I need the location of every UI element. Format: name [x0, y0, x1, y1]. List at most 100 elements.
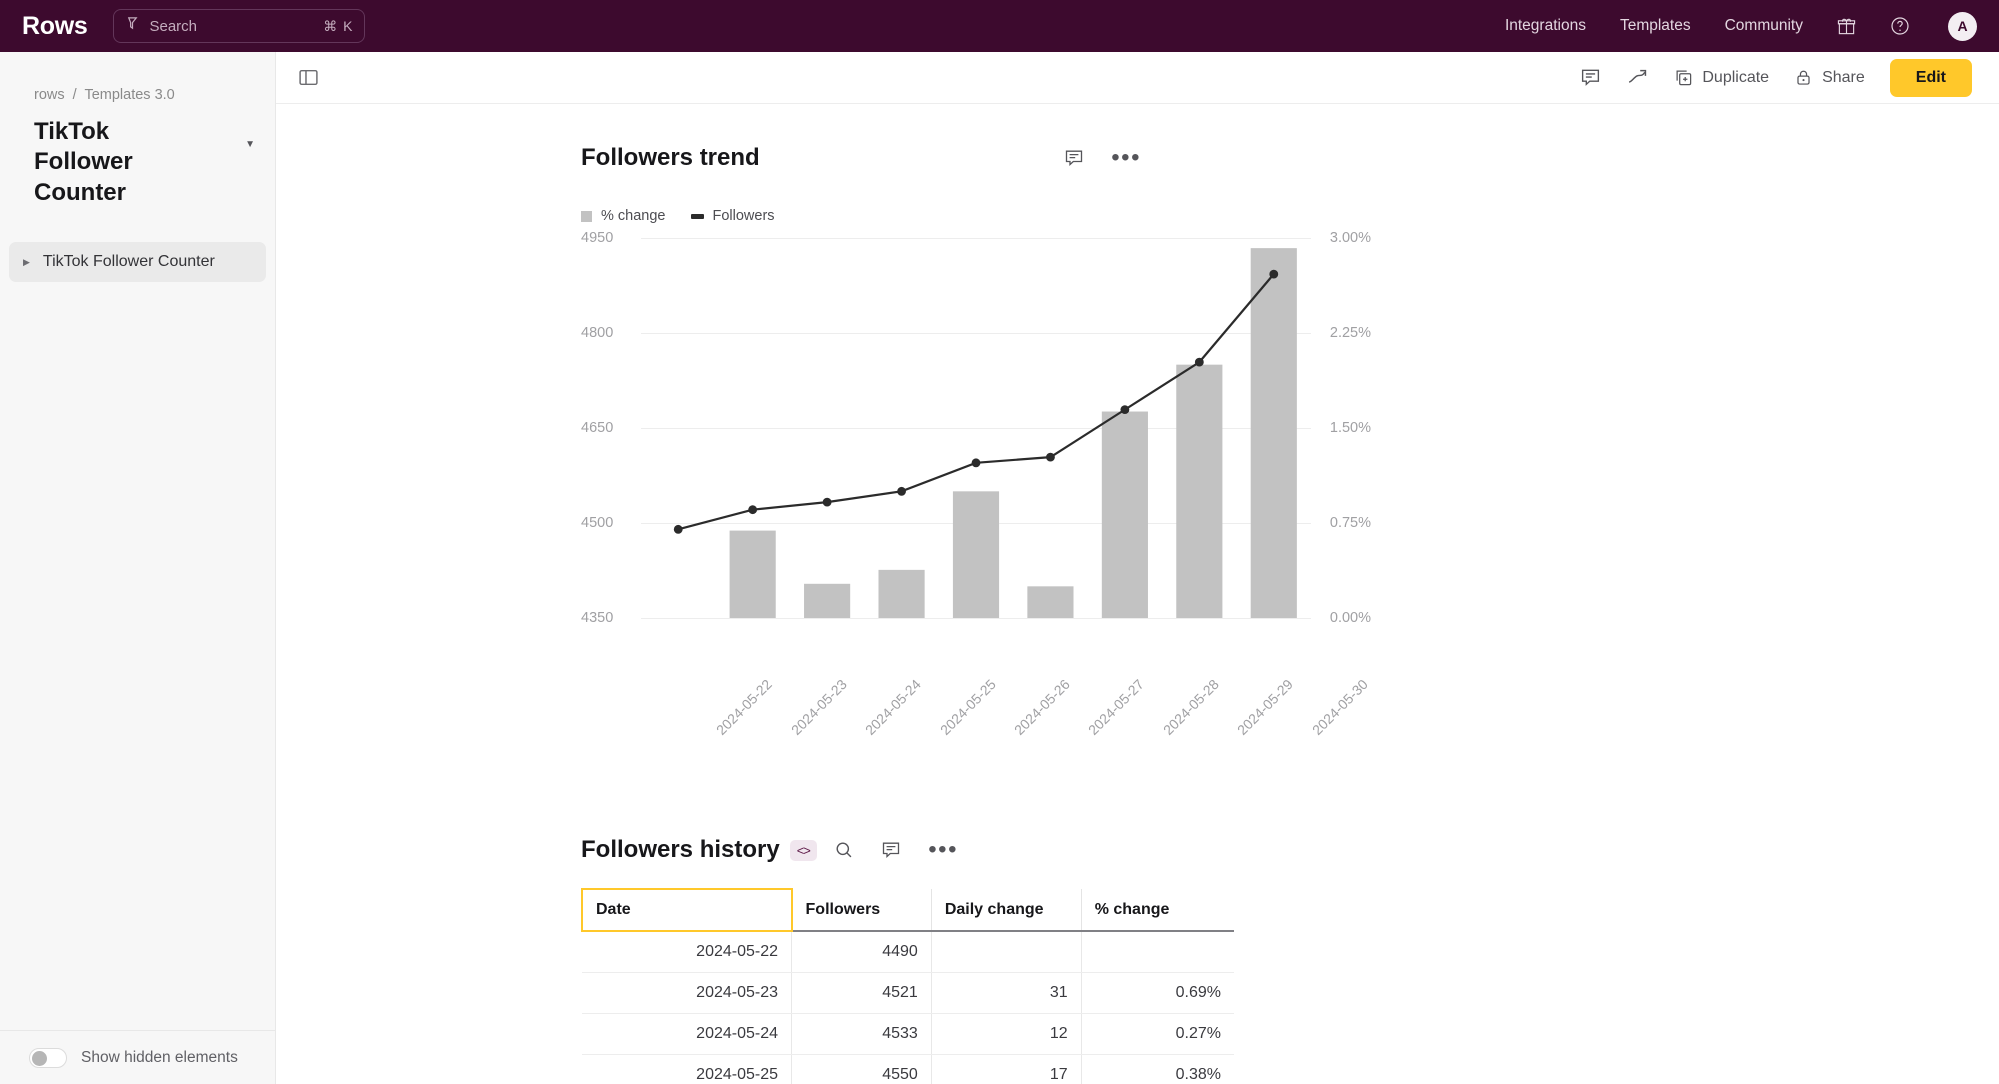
trending-up-icon[interactable]	[1626, 66, 1649, 89]
table-cell[interactable]: 0.27%	[1081, 1013, 1234, 1055]
legend-swatch-line	[690, 213, 704, 219]
table-column-header[interactable]: Daily change	[931, 889, 1082, 932]
chart-bar[interactable]	[1176, 364, 1223, 618]
share-label: Share	[1822, 68, 1865, 86]
chart-point[interactable]	[1194, 357, 1204, 367]
nav-templates[interactable]: Templates	[1620, 17, 1691, 35]
table-cell[interactable]: 0.69%	[1081, 972, 1234, 1014]
ellipsis-icon[interactable]: •••	[1111, 146, 1141, 170]
help-circle-icon[interactable]	[1890, 16, 1910, 36]
comment-icon[interactable]	[1580, 67, 1601, 88]
y-axis-right-tick: 2.25%	[1329, 325, 1371, 341]
table-cell[interactable]	[1081, 931, 1234, 973]
chart-bar[interactable]	[1101, 411, 1148, 618]
table-cell[interactable]: 2024-05-25	[582, 1054, 793, 1084]
gift-icon[interactable]	[1837, 17, 1856, 36]
table-cell[interactable]: 31	[931, 972, 1082, 1014]
table-row[interactable]: 2024-05-23 4521 31 0.69%	[582, 972, 1234, 1014]
show-hidden-elements-toggle[interactable]	[29, 1047, 67, 1068]
y-axis-left-tick: 4800	[581, 325, 614, 341]
sidebar-panel-icon[interactable]	[298, 67, 319, 88]
table-title: Followers history	[581, 836, 780, 863]
y-axis-left-tick: 4950	[581, 230, 614, 246]
show-hidden-elements-label: Show hidden elements	[81, 1048, 238, 1066]
chart-bar[interactable]	[1027, 586, 1074, 618]
chart-title: Followers trend	[581, 144, 760, 171]
y-axis-left-tick: 4650	[581, 420, 614, 436]
legend-item-pct-change[interactable]: % change	[581, 208, 666, 224]
user-avatar[interactable]: A	[1948, 11, 1977, 41]
nav-community[interactable]: Community	[1725, 17, 1803, 35]
chart-bar[interactable]	[952, 491, 1000, 618]
table-body: 2024-05-22 4490 2024-05-23 4521 31 0.69% 2024-…	[582, 931, 1234, 1084]
table-row[interactable]: 2024-05-24 4533 12 0.27%	[582, 1013, 1234, 1055]
table-cell[interactable]: 2024-05-23	[582, 972, 793, 1014]
rows-logo[interactable]: Rows	[22, 12, 88, 41]
table-row[interactable]: 2024-05-25 4550 17 0.38%	[582, 1054, 1234, 1084]
document-body: Followers trend ••• % change Followers 4…	[276, 104, 1999, 1084]
table-column-header[interactable]: Date	[581, 888, 793, 932]
breadcrumb-current[interactable]: Templates 3.0	[84, 87, 174, 103]
chevron-down-icon[interactable]: ▼	[245, 139, 255, 150]
search-icon[interactable]	[834, 840, 854, 860]
chart-bar[interactable]	[804, 583, 851, 618]
comment-icon[interactable]	[1064, 148, 1084, 168]
table-cell[interactable]: 4533	[791, 1013, 932, 1055]
table-card-actions: •••	[834, 838, 958, 862]
chart-point[interactable]	[971, 458, 981, 468]
legend-label: % change	[601, 208, 666, 224]
chart-point[interactable]	[1120, 405, 1130, 415]
sidebar: rows / Templates 3.0 TikTok Follower Cou…	[0, 52, 276, 1084]
chart-point[interactable]	[1046, 452, 1055, 462]
sidebar-item-tiktok-follower-counter[interactable]: ▶ TikTok Follower Counter	[9, 242, 266, 283]
lock-icon	[1794, 68, 1813, 87]
code-badge[interactable]: <>	[789, 839, 817, 861]
breadcrumb: rows / Templates 3.0	[0, 52, 275, 103]
breadcrumb-root[interactable]: rows	[34, 87, 65, 103]
legend-swatch-bar	[581, 210, 592, 222]
legend-item-followers[interactable]: Followers	[690, 208, 775, 224]
table-row[interactable]: 2024-05-22 4490	[582, 931, 1234, 973]
chart-point[interactable]	[1269, 269, 1279, 279]
sidebar-page-list: ▶ TikTok Follower Counter	[0, 242, 275, 283]
chart-card-header: Followers trend •••	[276, 144, 1999, 172]
table-cell[interactable]: 4490	[791, 931, 932, 973]
chart-point[interactable]	[673, 524, 683, 534]
main-content: Duplicate Share Edit Followers trend •••…	[276, 52, 1999, 1084]
triangle-right-icon[interactable]: ▶	[23, 257, 30, 268]
table-card-header: Followers history <> •••	[276, 836, 1999, 864]
followers-history-table: Date Followers Daily change% change 2024-0…	[581, 888, 1234, 1084]
table-column-header[interactable]: % change	[1081, 889, 1234, 932]
legend-label: Followers	[712, 208, 775, 224]
chart-bar[interactable]	[729, 530, 776, 618]
x-axis-tick: 2024-05-23	[787, 676, 850, 738]
chart-point[interactable]	[748, 505, 758, 515]
table-cell[interactable]: 12	[931, 1013, 1082, 1055]
table-column-header[interactable]: Followers	[791, 889, 932, 932]
ellipsis-icon[interactable]: •••	[928, 838, 958, 862]
table-cell[interactable]: 2024-05-22	[582, 931, 793, 973]
y-axis-right-tick: 0.00%	[1329, 610, 1371, 626]
chart-point[interactable]	[897, 486, 906, 496]
table-cell[interactable]	[931, 931, 1082, 973]
table-cell[interactable]: 2024-05-24	[582, 1013, 793, 1055]
y-axis-right-tick: 1.50%	[1329, 420, 1371, 436]
search-placeholder: Search	[149, 17, 198, 35]
table-cell[interactable]: 0.38%	[1081, 1054, 1234, 1084]
chart-bar[interactable]	[878, 569, 925, 618]
x-axis-tick: 2024-05-22	[713, 676, 776, 738]
edit-button[interactable]: Edit	[1889, 58, 1972, 97]
chart-point[interactable]	[822, 497, 832, 507]
nav-integrations[interactable]: Integrations	[1505, 17, 1586, 35]
table-cell[interactable]: 4521	[791, 972, 932, 1014]
table-cell[interactable]: 17	[931, 1054, 1082, 1084]
chart-bar[interactable]	[1250, 248, 1297, 618]
x-axis-tick: 2024-05-28	[1159, 676, 1222, 738]
duplicate-icon	[1674, 68, 1693, 87]
search-input[interactable]: Search ⌘ K	[113, 9, 366, 43]
breadcrumb-separator: /	[72, 87, 77, 103]
table-cell[interactable]: 4550	[791, 1054, 932, 1084]
comment-icon[interactable]	[881, 840, 901, 860]
duplicate-button[interactable]: Duplicate	[1674, 68, 1769, 87]
share-button[interactable]: Share	[1794, 68, 1865, 87]
